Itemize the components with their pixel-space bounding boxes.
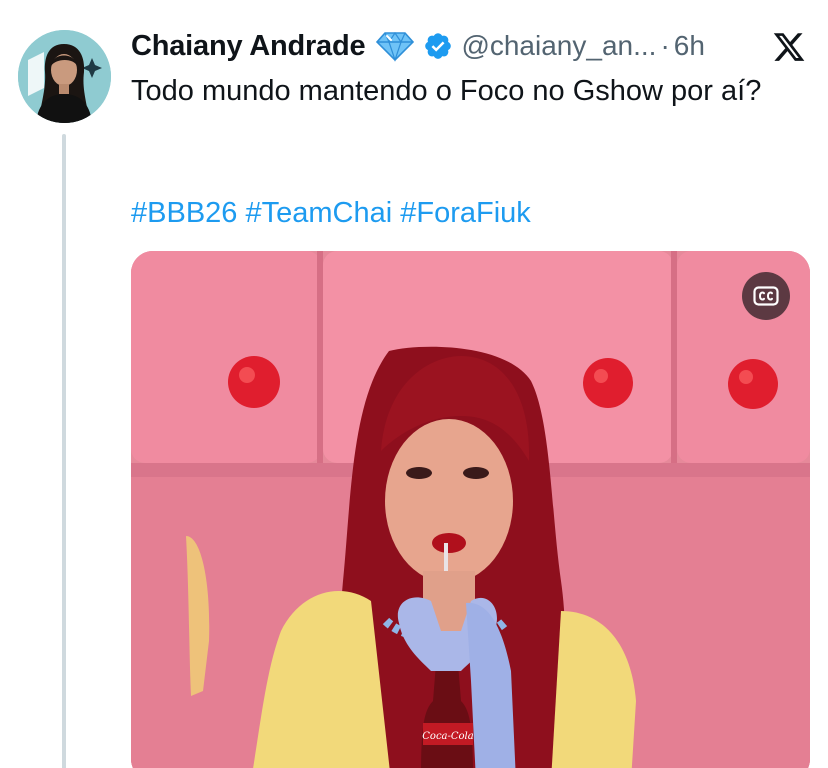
tweet-text: Todo mundo mantendo o Foco no Gshow por … <box>131 75 762 107</box>
diamond-icon <box>375 30 415 62</box>
timestamp[interactable]: 6h <box>674 30 705 62</box>
author-handle[interactable]: @chaiany_an... <box>461 30 656 62</box>
media-video[interactable]: Coca-Cola <box>131 251 810 768</box>
closed-captions-icon[interactable] <box>742 272 790 320</box>
verified-icon[interactable] <box>423 31 453 61</box>
avatar[interactable] <box>18 30 111 123</box>
hashtag-forafiuk[interactable]: #ForaFiuk <box>400 197 531 229</box>
hashtags: #BBB26 #TeamChai #ForaFiuk <box>131 194 531 232</box>
x-logo-icon[interactable] <box>771 30 807 64</box>
hashtag-bbb26[interactable]: #BBB26 <box>131 197 237 229</box>
hashtag-teamchai[interactable]: #TeamChai <box>245 197 392 229</box>
time-separator: · <box>660 30 670 61</box>
bottle-label: Coca-Cola <box>422 731 473 742</box>
tweet-header: Chaiany Andrade @chaiany_an... · 6h <box>131 26 811 66</box>
author-name[interactable]: Chaiany Andrade <box>131 30 366 63</box>
tweet[interactable]: Chaiany Andrade @chaiany_an... · 6h Todo… <box>0 0 828 768</box>
thread-connector-line <box>62 134 66 768</box>
